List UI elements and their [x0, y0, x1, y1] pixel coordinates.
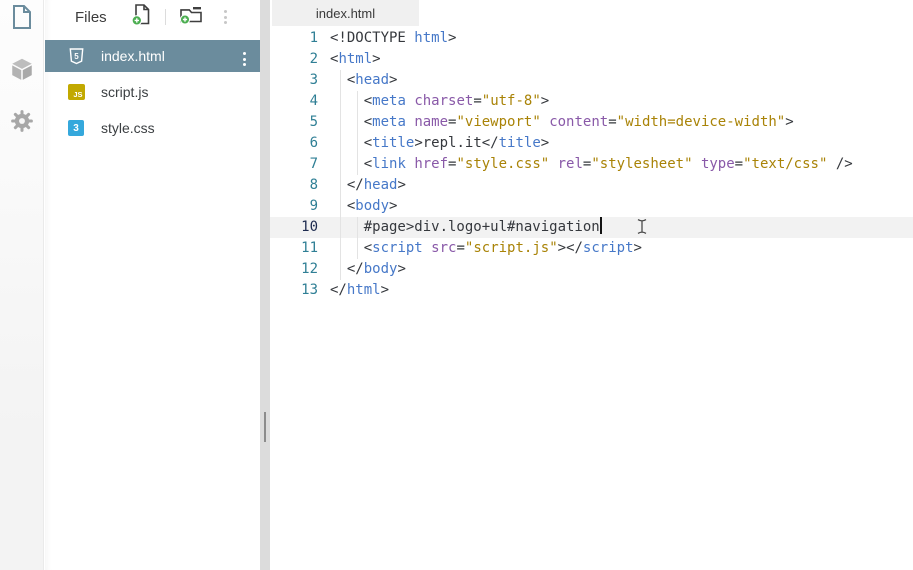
code-line-3[interactable]: 3 <head> — [270, 70, 913, 91]
text-ibeam-cursor-icon — [636, 218, 648, 240]
line-number[interactable]: 11 — [270, 238, 318, 259]
replit-workspace: Files — [0, 0, 913, 570]
files-panel-icon — [10, 4, 34, 35]
code-line-11[interactable]: 11 <script src="script.js"></script> — [270, 238, 913, 259]
packages-cube-icon — [9, 56, 35, 87]
new-folder-icon — [179, 4, 204, 30]
code-line-2[interactable]: 2 <html> — [270, 49, 913, 70]
settings-button[interactable] — [9, 110, 35, 136]
line-number[interactable]: 1 — [270, 28, 318, 49]
file-list: 5 index.html JS script.js 3 style.css — [45, 40, 260, 144]
sidebar-menu-kebab-icon[interactable] — [220, 6, 231, 28]
file-name: style.css — [101, 120, 155, 136]
code-text: <link href="style.css" rel="stylesheet" … — [330, 156, 853, 172]
file-item-script.js[interactable]: JS script.js — [45, 76, 260, 108]
tab-label: index.html — [316, 6, 375, 21]
code-text: <html> — [330, 51, 381, 67]
code-text: </html> — [330, 282, 389, 298]
new-file-icon — [131, 3, 152, 31]
new-file-button[interactable] — [131, 3, 152, 31]
files-panel-button[interactable] — [9, 6, 35, 32]
code-text: <meta name="viewport" content="width=dev… — [330, 114, 794, 130]
splitter-handle-icon — [264, 412, 266, 442]
code-text: </head> — [330, 177, 406, 193]
side-rail — [0, 0, 44, 570]
sidebar-header: Files — [45, 0, 260, 34]
code-line-13[interactable]: 13 </html> — [270, 280, 913, 301]
svg-text:5: 5 — [74, 51, 79, 60]
line-number[interactable]: 3 — [270, 70, 318, 91]
line-number[interactable]: 5 — [270, 112, 318, 133]
css3-file-icon: 3 — [67, 120, 85, 137]
new-folder-button[interactable] — [179, 4, 204, 30]
line-number[interactable]: 2 — [270, 49, 318, 70]
js-file-icon: JS — [67, 84, 85, 101]
line-number[interactable]: 10 — [270, 217, 318, 238]
indent-guide — [357, 217, 358, 259]
file-item-index.html[interactable]: 5 index.html — [45, 40, 260, 72]
code-area[interactable]: 1 <!DOCTYPE html> 2 <html> 3 <head>4 <meta c… — [270, 26, 913, 570]
code-text: <script src="script.js"></script> — [330, 240, 642, 256]
file-name: index.html — [101, 48, 165, 64]
line-number[interactable]: 13 — [270, 280, 318, 301]
code-text: <!DOCTYPE html> — [330, 30, 456, 46]
line-number[interactable]: 8 — [270, 175, 318, 196]
line-number[interactable]: 6 — [270, 133, 318, 154]
indent-guide — [340, 70, 341, 280]
indent-guide — [357, 91, 358, 175]
panel-splitter[interactable] — [260, 0, 270, 570]
code-line-12[interactable]: 12 </body> — [270, 259, 913, 280]
code-line-9[interactable]: 9 <body> — [270, 196, 913, 217]
file-sidebar: Files — [45, 0, 260, 570]
text-caret — [600, 217, 602, 234]
file-options-kebab-icon[interactable] — [239, 48, 250, 70]
line-number[interactable]: 12 — [270, 259, 318, 280]
file-item-style.css[interactable]: 3 style.css — [45, 112, 260, 144]
code-line-5[interactable]: 5 <meta name="viewport" content="width=d… — [270, 112, 913, 133]
code-line-8[interactable]: 8 </head> — [270, 175, 913, 196]
header-divider — [165, 9, 166, 25]
code-text: <meta charset="utf-8"> — [330, 93, 549, 109]
line-number[interactable]: 4 — [270, 91, 318, 112]
html5-file-icon: 5 — [67, 48, 85, 65]
code-line-10[interactable]: 10 #page>div.logo+ul#navigation — [270, 217, 913, 238]
code-line-1[interactable]: 1 <!DOCTYPE html> — [270, 28, 913, 49]
file-name: script.js — [101, 84, 148, 100]
packages-button[interactable] — [9, 58, 35, 84]
settings-gear-icon — [9, 108, 35, 139]
tab-index-html[interactable]: index.html — [272, 0, 419, 26]
code-editor: index.html 1 <!DOCTYPE html> 2 <html> 3 <hea… — [270, 0, 913, 570]
code-line-7[interactable]: 7 <link href="style.css" rel="stylesheet… — [270, 154, 913, 175]
code-text: </body> — [330, 261, 406, 277]
code-text: <title>repl.it</title> — [330, 135, 549, 151]
code-text: #page>div.logo+ul#navigation — [330, 219, 602, 235]
tab-bar: index.html — [270, 0, 913, 26]
code-line-6[interactable]: 6 <title>repl.it</title> — [270, 133, 913, 154]
code-line-4[interactable]: 4 <meta charset="utf-8"> — [270, 91, 913, 112]
line-number[interactable]: 9 — [270, 196, 318, 217]
sidebar-title: Files — [75, 9, 107, 26]
line-number[interactable]: 7 — [270, 154, 318, 175]
